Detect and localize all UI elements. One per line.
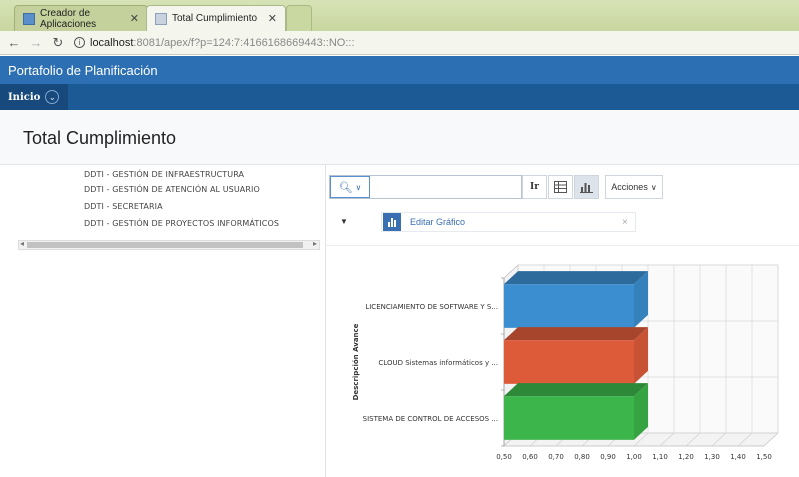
browser-tab-creador[interactable]: Creador de Aplicaciones ✕ bbox=[14, 5, 148, 31]
page-title-bar: Total Cumplimiento bbox=[0, 110, 799, 165]
x-tick-label: 0,90 bbox=[600, 453, 616, 461]
x-tick-label: 0,70 bbox=[548, 453, 564, 461]
tree-region: DDTI - GESTIÓN DE INFRAESTRUCTURA DDTI -… bbox=[0, 165, 326, 477]
y-axis-title: Descripción Avance bbox=[352, 323, 360, 400]
app-title[interactable]: Portafolio de Planificación bbox=[8, 63, 158, 78]
y-category-label: CLOUD Sistemas informáticos y ... bbox=[378, 359, 498, 367]
browser-tab-label: Total Cumplimiento bbox=[172, 13, 258, 24]
x-tick-label: 0,80 bbox=[574, 453, 590, 461]
browser-tab-bar: Creador de Aplicaciones ✕ Total Cumplimi… bbox=[0, 0, 799, 31]
address-bar: ← → ↻ i localhost :8081/apex/f?p=124:7:4… bbox=[0, 31, 799, 55]
close-icon[interactable]: ✕ bbox=[268, 12, 277, 25]
page-title: Total Cumplimiento bbox=[23, 128, 177, 148]
reload-icon[interactable]: ↻ bbox=[50, 35, 66, 51]
info-icon[interactable]: i bbox=[74, 37, 85, 48]
tree-node[interactable]: DDTI - GESTIÓN DE PROYECTOS INFORMÁTICOS bbox=[84, 219, 279, 228]
bar bbox=[504, 396, 634, 440]
url-host: localhost bbox=[90, 36, 134, 49]
y-category-label: LICENCIAMIENTO DE SOFTWARE Y S... bbox=[365, 303, 498, 311]
x-tick-label: 1,20 bbox=[678, 453, 694, 461]
x-tick-label: 1,00 bbox=[626, 453, 642, 461]
bar-chart: 0,50 0,60 0,70 0,80 0,90 1,00 1,10 1,20 1,30 1,40… bbox=[352, 264, 779, 461]
browser-tab-total[interactable]: Total Cumplimiento ✕ bbox=[146, 5, 286, 31]
x-tick-label: 1,40 bbox=[730, 453, 746, 461]
app-header: Portafolio de Planificación bbox=[0, 56, 799, 84]
bar bbox=[504, 340, 634, 384]
chevron-down-icon[interactable]: ⌄ bbox=[45, 90, 60, 104]
url-field[interactable]: i localhost :8081/apex/f?p=124:7:4166168… bbox=[74, 37, 355, 49]
scroll-right-icon[interactable]: ▸ bbox=[313, 239, 317, 248]
x-tick-label: 1,30 bbox=[704, 453, 720, 461]
x-tick-label: 1,10 bbox=[652, 453, 668, 461]
app-nav-bar: Inicio ⌄ bbox=[0, 84, 799, 110]
report-region: 🔍︎ ∨ Ir Acciones ∨ ▼ Editar Gráfico × 0,… bbox=[326, 165, 799, 477]
horizontal-scrollbar[interactable]: ◂ ▸ bbox=[18, 239, 320, 250]
nav-home-tab[interactable]: Inicio ⌄ bbox=[0, 84, 68, 110]
bar-top-face bbox=[504, 271, 648, 285]
back-arrow-icon[interactable]: ← bbox=[6, 35, 22, 50]
tree-node[interactable]: DDTI - GESTIÓN DE INFRAESTRUCTURA bbox=[84, 170, 244, 179]
forward-arrow-icon[interactable]: → bbox=[28, 35, 44, 50]
bar-top-face bbox=[504, 327, 648, 341]
scroll-left-icon[interactable]: ◂ bbox=[20, 239, 24, 248]
close-icon[interactable]: ✕ bbox=[130, 12, 139, 25]
bar-top-face bbox=[504, 383, 648, 397]
apex-favicon-icon bbox=[23, 12, 35, 25]
x-tick-label: 0,60 bbox=[522, 453, 538, 461]
bar bbox=[504, 284, 634, 328]
y-category-label: SISTEMA DE CONTROL DE ACCESOS ... bbox=[363, 415, 498, 423]
tree-node[interactable]: DDTI - GESTIÓN DE ATENCIÓN AL USUARIO bbox=[84, 185, 260, 194]
x-tick-label: 1,50 bbox=[756, 453, 772, 461]
apex-favicon-icon bbox=[155, 12, 167, 25]
tree-node[interactable]: DDTI - SECRETARIA bbox=[84, 202, 163, 211]
url-path: :8081/apex/f?p=124:7:4166168669443::NO::… bbox=[133, 36, 355, 49]
nav-home-label: Inicio bbox=[8, 91, 41, 103]
x-tick-label: 0,50 bbox=[496, 453, 512, 461]
new-tab-button[interactable] bbox=[286, 5, 312, 31]
scrollbar-thumb[interactable] bbox=[27, 242, 303, 248]
